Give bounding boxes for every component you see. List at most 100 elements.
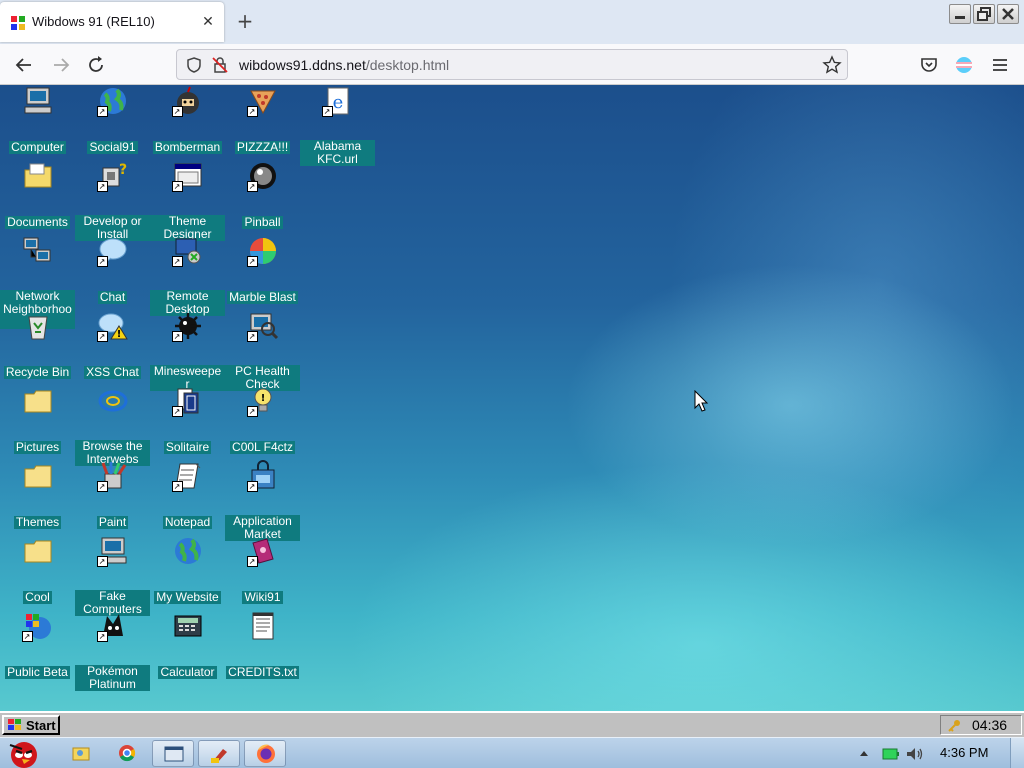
shield-icon[interactable]	[185, 56, 203, 74]
shortcut-arrow-icon: ↗	[246, 556, 258, 567]
desktop-icon[interactable]: ↗ Public Beta	[0, 610, 75, 680]
svg-text:!: !	[260, 393, 265, 404]
menu-hamburger-icon[interactable]	[988, 53, 1012, 77]
desktop-icon[interactable]: Computer	[0, 85, 75, 155]
tab-close-icon[interactable]: ✕	[199, 12, 217, 32]
network-icon	[22, 235, 54, 267]
win91-system-tray: 04:36	[940, 715, 1022, 735]
shortcut-arrow-icon: ↗	[96, 481, 108, 492]
desktop-icon[interactable]: ↗ Marble Blast	[225, 235, 300, 305]
desktop-icon[interactable]: ↗ Bomberman	[150, 85, 225, 155]
desktop-icon[interactable]: Recycle Bin	[0, 310, 75, 380]
desktop-icon[interactable]: Cool	[0, 535, 75, 605]
desktop-icon[interactable]: Documents	[0, 160, 75, 230]
desktop-icon-label: Pokémon Platinum	[75, 665, 150, 691]
desktop-icon-label: XSS Chat	[84, 365, 141, 379]
shortcut-arrow-icon: ↗	[96, 181, 108, 192]
desktop-icon[interactable]: Calculator	[150, 610, 225, 680]
chrome-icon	[119, 745, 136, 762]
desktop-icon[interactable]: ↗ Theme Designer	[150, 160, 225, 242]
desktop-icon[interactable]: ? ↗ Develop or Install	[75, 160, 150, 242]
reload-icon[interactable]	[84, 53, 108, 77]
shortcut-arrow-icon: ↗	[96, 106, 108, 117]
desktop-icon[interactable]: ↗ Chat	[75, 235, 150, 305]
os-app-paint-tool[interactable]	[198, 740, 240, 767]
desktop-icon[interactable]: ! ↗ C00L F4ctz	[225, 385, 300, 455]
battery-icon[interactable]	[882, 747, 900, 761]
win91-desktop[interactable]: Computer ↗ Social91 ↗ Bomberman ↗ PIZZZA!!! e ↗ A…	[0, 85, 1024, 711]
desktop-icon[interactable]: ↗ Minesweeper	[150, 310, 225, 392]
file-explorer-icon	[72, 747, 90, 761]
shortcut-arrow-icon: ↗	[246, 181, 258, 192]
bookmark-star-icon[interactable]	[822, 55, 842, 75]
desktop-icon[interactable]: Themes	[0, 460, 75, 530]
tab-title: Wibdows 91 (REL10)	[32, 14, 155, 29]
svg-text:?: ?	[119, 162, 127, 178]
desktop-icon-label: Computer	[9, 140, 66, 154]
text-file-icon	[247, 610, 279, 642]
desktop-icon[interactable]: My Website	[150, 535, 225, 605]
win91-taskbar: Start 04:36	[0, 711, 1024, 737]
desktop-icon[interactable]: ↗ Remote Desktop	[150, 235, 225, 317]
desktop-icon[interactable]: ↗ Social91	[75, 85, 150, 155]
address-bar[interactable]: wibdows91.ddns.net/desktop.html	[176, 49, 848, 80]
shortcut-arrow-icon: ↗	[171, 106, 183, 117]
desktop-icon-label: Themes	[13, 515, 62, 529]
desktop-icon[interactable]: ↗ Solitaire	[150, 385, 225, 455]
os-app-file-explorer[interactable]	[60, 740, 102, 767]
back-icon[interactable]	[12, 53, 36, 77]
browser-ring-icon	[97, 385, 129, 417]
os-app-window[interactable]	[152, 740, 194, 767]
shortcut-arrow-icon: ↗	[96, 256, 108, 267]
desktop-icon[interactable]: ! ↗ XSS Chat	[75, 310, 150, 380]
forward-icon[interactable]	[49, 53, 73, 77]
desktop-icon[interactable]: ↗ Fake Computers	[75, 535, 150, 617]
os-start-angry-birds[interactable]	[0, 740, 52, 768]
desktop-icon[interactable]: e ↗ Alabama KFC.url	[300, 85, 375, 167]
account-avatar-icon[interactable]	[952, 53, 976, 77]
pocket-icon[interactable]	[917, 53, 941, 77]
shortcut-arrow-icon: ↗	[246, 406, 258, 417]
volume-icon[interactable]	[905, 746, 925, 762]
pinball-icon: ↗	[246, 160, 279, 192]
bomberman-icon: ↗	[171, 85, 204, 117]
health-check-icon: ↗	[246, 310, 279, 342]
desktop-icon[interactable]: ↗ Application Market	[225, 460, 300, 542]
os-app-chrome[interactable]	[106, 740, 148, 767]
start-button[interactable]: Start	[2, 715, 60, 735]
desktop-icon-label: Paint	[96, 515, 129, 529]
new-tab-button[interactable]: +	[234, 10, 256, 32]
xss-chat-icon: ! ↗	[96, 310, 129, 342]
shortcut-arrow-icon: ↗	[96, 631, 108, 642]
os-app-firefox[interactable]	[244, 740, 286, 767]
show-desktop-button[interactable]	[1010, 738, 1024, 768]
desktop-icon-label: Documents	[5, 215, 70, 229]
desktop-icon[interactable]: ↗ PIZZZA!!!	[225, 85, 300, 155]
key-icon[interactable]	[947, 719, 961, 733]
desktop-icon[interactable]: Browse the Interwebs	[75, 385, 150, 467]
desktop-icon[interactable]: ↗ Notepad	[150, 460, 225, 530]
window-restore-button[interactable]	[973, 4, 995, 24]
computer-icon	[22, 85, 54, 117]
desktop-icon-label: Public Beta	[5, 665, 70, 679]
desktop-icon[interactable]: Pictures	[0, 385, 75, 455]
chat-icon: ↗	[96, 235, 129, 267]
insecure-lock-icon[interactable]	[211, 56, 229, 74]
browser-tab[interactable]: Wibdows 91 (REL10) ✕	[0, 2, 224, 42]
window-minimize-button[interactable]	[949, 4, 971, 24]
window-close-button[interactable]	[997, 4, 1019, 24]
folder-icon	[22, 535, 54, 567]
desktop-icon[interactable]: ↗ Paint	[75, 460, 150, 530]
desktop-icon[interactable]: ↗ PC Health Check	[225, 310, 300, 392]
desktop-icon[interactable]: CREDITS.txt	[225, 610, 300, 680]
win91-clock: 04:36	[972, 717, 1008, 733]
shortcut-arrow-icon: ↗	[246, 256, 258, 267]
desktop-icon[interactable]: ↗ Pinball	[225, 160, 300, 230]
windows-flag-icon	[8, 719, 21, 730]
desktop-icon[interactable]: ↗ Wiki91	[225, 535, 300, 605]
shortcut-arrow-icon: ↗	[246, 106, 258, 117]
desktop-icon[interactable]: ↗ Pokémon Platinum	[75, 610, 150, 692]
angry-birds-icon	[9, 742, 37, 768]
show-hidden-icons-icon[interactable]	[858, 748, 870, 758]
shortcut-arrow-icon: ↗	[246, 331, 258, 342]
